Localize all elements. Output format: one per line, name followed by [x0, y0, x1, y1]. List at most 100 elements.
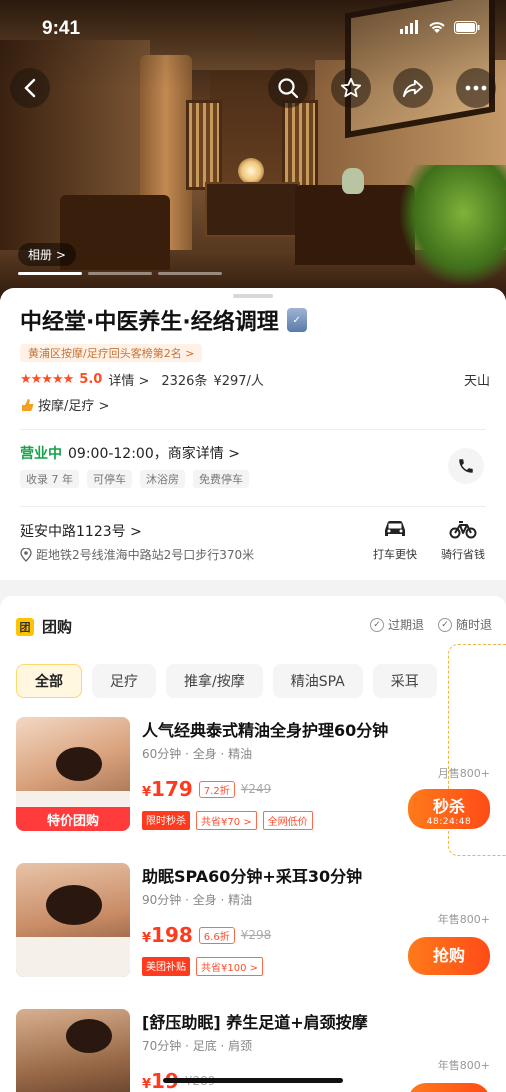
bike-button[interactable]: 骑行省钱	[433, 516, 493, 562]
cta-label: 秒杀	[432, 797, 465, 816]
deal-sold: 年售800+	[437, 1059, 490, 1072]
rating-score: 5.0	[79, 372, 103, 387]
deal-tag: 限时秒杀	[142, 811, 190, 830]
deal-original-price: ¥298	[240, 928, 272, 942]
group-buy-section: 团 团购 ✓ 过期退 ✓ 随时退 全部 足疗 推拿/按摩 精油SPA 采耳 特价团购…	[0, 596, 506, 1092]
guarantee-anytime: 随时退	[455, 618, 492, 632]
taxi-button[interactable]: 打车更快	[365, 516, 425, 562]
open-status: 营业中	[20, 446, 62, 462]
group-buy-title: 团购	[42, 618, 73, 636]
countdown: 48:24:48	[426, 817, 472, 827]
deal-subtitle: 90分钟 · 全身 · 精油	[142, 893, 253, 907]
deal-title: 人气经典泰式精油全身护理60分钟	[142, 721, 389, 740]
cta-label: 抢购	[432, 946, 465, 965]
deal-price-row: ¥179 7.2折 ¥249	[142, 777, 272, 801]
flash-sale-button[interactable]: 秒杀 48:24:48	[408, 789, 490, 829]
filter-massage[interactable]: 推拿/按摩	[166, 664, 263, 698]
shop-address[interactable]: 延安中路1123号 >	[20, 521, 142, 541]
location-pin-icon	[20, 547, 32, 562]
deal-thumbnail	[16, 1009, 130, 1092]
deal-ribbon: 特价团购	[16, 807, 130, 831]
deal-subtitle: 60分钟 · 全身 · 精油	[142, 747, 253, 761]
shop-info-card: 中经堂·中医养生·经络调理 ✓ 黄浦区按摩/足疗回头客榜第2名 > ★★★★★ …	[0, 288, 506, 580]
deal-tag: 美团补贴	[142, 957, 190, 976]
filter-spa[interactable]: 精油SPA	[272, 664, 363, 698]
business-hours: 09:00-12:00，商家详情 >	[68, 446, 240, 462]
star-rating-icon: ★★★★★	[20, 372, 74, 387]
home-indicator[interactable]	[163, 1078, 343, 1083]
deal-price: 198	[151, 923, 193, 947]
shop-name: 中经堂·中医养生·经络调理	[20, 310, 279, 335]
back-button[interactable]	[10, 68, 50, 108]
check-circle-icon: ✓	[369, 617, 384, 632]
filter-tabs: 全部 足疗 推拿/按摩 精油SPA 采耳	[16, 664, 506, 698]
search-button[interactable]	[268, 68, 308, 108]
album-button[interactable]: 相册 >	[18, 243, 76, 266]
facility-tag: 可停车	[87, 470, 132, 488]
check-circle-icon: ✓	[437, 617, 452, 632]
phone-icon	[459, 459, 473, 473]
deal-thumbnail	[16, 863, 130, 977]
deal-subtitle: 70分钟 · 足底 · 肩颈	[142, 1039, 253, 1053]
deal-item[interactable]: 助眠SPA60分钟+采耳30分钟 90分钟 · 全身 · 精油 ¥198 6.6…	[0, 863, 506, 1003]
category-label: 按摩/足疗 >	[38, 399, 110, 414]
star-icon	[340, 77, 362, 98]
facility-tags: 收录 7 年 可停车 沐浴房 免费停车	[20, 470, 249, 488]
rank-badge[interactable]: 黄浦区按摩/足疗回头客榜第2名 >	[20, 344, 203, 362]
avg-price: ¥297/人	[213, 374, 264, 389]
facility-tag: 沐浴房	[140, 470, 185, 488]
taxi-label: 打车更快	[373, 548, 417, 561]
bike-icon	[449, 521, 477, 539]
deal-discount: 7.2折	[198, 780, 235, 798]
drag-handle[interactable]	[233, 294, 273, 298]
metro-text: 距地铁2号线淮海中路站2号口步行370米	[36, 548, 255, 562]
call-button[interactable]	[448, 448, 484, 484]
deal-title: [舒压助眠] 养生足道+肩颈按摩	[142, 1013, 368, 1032]
hours-row[interactable]: 营业中 09:00-12:00，商家详情 >	[20, 443, 240, 463]
photo-progress	[18, 272, 222, 275]
back-arrow-icon	[24, 78, 36, 98]
filter-foot[interactable]: 足疗	[92, 664, 156, 698]
favorite-button[interactable]	[331, 68, 371, 108]
deal-sold: 年售800+	[437, 913, 490, 926]
group-buy-header: 团 团购	[16, 616, 72, 637]
deal-tag: 全网低价	[262, 811, 313, 830]
deal-sold: 月售800+	[437, 767, 490, 780]
status-time: 9:41	[42, 18, 81, 39]
metro-info: 距地铁2号线淮海中路站2号口步行370米	[20, 546, 254, 563]
deal-discount: 6.6折	[198, 926, 235, 944]
car-icon	[385, 521, 405, 536]
more-icon	[465, 85, 487, 91]
deal-tags: 美团补贴 共省¥100 >	[142, 957, 264, 976]
deal-original-price: ¥249	[240, 782, 272, 796]
deal-item[interactable]: 特价团购 人气经典泰式精油全身护理60分钟 60分钟 · 全身 · 精油 ¥17…	[0, 717, 506, 857]
guarantees: ✓ 过期退 ✓ 随时退	[369, 616, 492, 633]
rating-detail-link[interactable]: 详情 >	[108, 370, 149, 389]
rating-row[interactable]: ★★★★★ 5.0 详情 > 2326条 ¥297/人 天山	[20, 370, 490, 389]
battery-icon	[454, 20, 480, 34]
filter-all[interactable]: 全部	[16, 664, 82, 698]
deal-tag: 共省¥100 >	[196, 957, 264, 976]
shop-title: 中经堂·中医养生·经络调理 ✓	[20, 304, 307, 336]
deal-title: 助眠SPA60分钟+采耳30分钟	[142, 867, 363, 886]
buy-button[interactable]: 抢购	[408, 937, 490, 975]
district: 天山	[463, 374, 490, 389]
guarantee-expire: 过期退	[387, 618, 424, 632]
group-buy-icon: 团	[16, 617, 34, 636]
bike-label: 骑行省钱	[441, 548, 485, 561]
facility-tag: 免费停车	[193, 470, 249, 488]
facility-tag: 收录 7 年	[20, 470, 79, 488]
buy-button[interactable]	[408, 1083, 490, 1092]
signal-icon	[400, 20, 418, 34]
share-icon	[402, 79, 423, 98]
filter-ear[interactable]: 采耳	[372, 664, 437, 698]
status-bar: 9:41	[0, 0, 506, 58]
search-icon	[278, 78, 299, 99]
deal-thumbnail: 特价团购	[16, 717, 130, 831]
verified-badge-icon[interactable]: ✓	[286, 308, 307, 332]
more-button[interactable]	[456, 68, 496, 108]
category-row[interactable]: 按摩/足疗 >	[20, 395, 109, 414]
deal-price-row: ¥198 6.6折 ¥298	[142, 923, 272, 947]
wifi-icon	[429, 22, 445, 33]
share-button[interactable]	[393, 68, 433, 108]
